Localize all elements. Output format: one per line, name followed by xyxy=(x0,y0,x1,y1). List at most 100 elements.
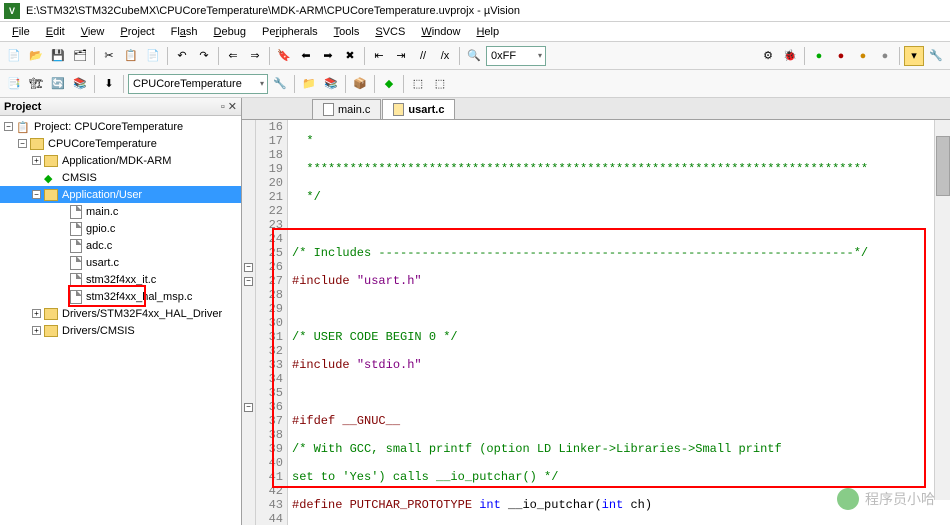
batch-build-icon[interactable]: 📚 xyxy=(70,74,90,94)
tree-group-mdkarm[interactable]: +Application/MDK-ARM xyxy=(0,152,241,169)
save-all-icon[interactable]: 🗂 xyxy=(70,46,90,66)
dot-red-icon[interactable]: ● xyxy=(831,46,851,66)
indent-in-icon[interactable]: ⇥ xyxy=(391,46,411,66)
manage-icon[interactable]: 📁 xyxy=(299,74,319,94)
file-icon xyxy=(70,273,82,287)
file-icon xyxy=(70,290,82,304)
misc2-icon[interactable]: ⬚ xyxy=(430,74,450,94)
menu-peripherals[interactable]: Peripherals xyxy=(256,24,324,40)
file-icon xyxy=(70,256,82,270)
save-icon[interactable]: 💾 xyxy=(48,46,68,66)
menu-tools[interactable]: Tools xyxy=(328,24,366,40)
dot-gray-icon[interactable]: ● xyxy=(875,46,895,66)
tree-file-usart[interactable]: usart.c xyxy=(0,254,241,271)
dot-orange-icon[interactable]: ● xyxy=(853,46,873,66)
find-field[interactable]: 0xFF xyxy=(486,46,546,66)
folder-icon xyxy=(44,308,58,320)
paste-icon[interactable]: 📄 xyxy=(143,46,163,66)
editor-area: main.c usart.c − − − 1617181920212223242… xyxy=(242,98,950,525)
tree-group-hal[interactable]: +Drivers/STM32F4xx_HAL_Driver xyxy=(0,305,241,322)
tree-file-msp[interactable]: stm32f4xx_hal_msp.c xyxy=(0,288,241,305)
tree-group-cmsis[interactable]: ◆CMSIS xyxy=(0,169,241,186)
code-text[interactable]: * **************************************… xyxy=(288,120,950,525)
rebuild-icon[interactable]: 🔄 xyxy=(48,74,68,94)
file-icon xyxy=(70,239,82,253)
uncomment-icon[interactable]: /x xyxy=(435,46,455,66)
file-icon xyxy=(393,103,404,116)
wrench-icon[interactable]: 🔧 xyxy=(926,46,946,66)
bookmark-clear-icon[interactable]: ✖ xyxy=(340,46,360,66)
tree-file-gpio[interactable]: gpio.c xyxy=(0,220,241,237)
redo-icon[interactable]: ↷ xyxy=(194,46,214,66)
tree-file-main[interactable]: main.c xyxy=(0,203,241,220)
pack-icon[interactable]: 📦 xyxy=(350,74,370,94)
line-number-gutter: 1617181920212223242526272829303132333435… xyxy=(256,120,288,525)
toolbar-main: 📄 📂 💾 🗂 ✂ 📋 📄 ↶ ↷ ⇐ ⇒ 🔖 ⬅ ➡ ✖ ⇤ ⇥ // /x … xyxy=(0,42,950,70)
cut-icon[interactable]: ✂ xyxy=(99,46,119,66)
menu-file[interactable]: File xyxy=(6,24,36,40)
window-list-icon[interactable]: ▾ xyxy=(904,46,924,66)
code-editor[interactable]: − − − 1617181920212223242526272829303132… xyxy=(242,120,950,525)
tab-usart-c[interactable]: usart.c xyxy=(382,99,455,119)
nav-fwd-icon[interactable]: ⇒ xyxy=(245,46,265,66)
tree-root[interactable]: −📋Project: CPUCoreTemperature xyxy=(0,118,241,135)
folder-icon xyxy=(30,138,44,150)
menu-flash[interactable]: Flash xyxy=(165,24,204,40)
fold-box-icon[interactable]: − xyxy=(244,263,253,272)
find-icon[interactable]: 🔍 xyxy=(464,46,484,66)
bookmark-icon[interactable]: 🔖 xyxy=(274,46,294,66)
fold-box-icon[interactable]: − xyxy=(244,403,253,412)
fold-gutter[interactable]: − − − xyxy=(242,120,256,525)
nav-back-icon[interactable]: ⇐ xyxy=(223,46,243,66)
new-file-icon[interactable]: 📄 xyxy=(4,46,24,66)
open-file-icon[interactable]: 📂 xyxy=(26,46,46,66)
debug-icon[interactable]: 🐞 xyxy=(780,46,800,66)
editor-tabbar: main.c usart.c xyxy=(242,98,950,120)
tree-group-drivers-cmsis[interactable]: +Drivers/CMSIS xyxy=(0,322,241,339)
app-logo-icon: V xyxy=(4,3,20,19)
dot-green-icon[interactable]: ● xyxy=(809,46,829,66)
menu-bar: File Edit View Project Flash Debug Perip… xyxy=(0,22,950,42)
folder-icon xyxy=(44,189,58,201)
books-icon[interactable]: 📚 xyxy=(321,74,341,94)
download-icon[interactable]: ⬇ xyxy=(99,74,119,94)
menu-edit[interactable]: Edit xyxy=(40,24,71,40)
file-icon xyxy=(70,222,82,236)
toolbar-build: 📑 🏗 🔄 📚 ⬇ CPUCoreTemperature 🔧 📁 📚 📦 ◆ ⬚… xyxy=(0,70,950,98)
tab-main-c[interactable]: main.c xyxy=(312,99,381,119)
folder-icon xyxy=(44,155,58,167)
project-tree[interactable]: −📋Project: CPUCoreTemperature −CPUCoreTe… xyxy=(0,116,241,525)
bookmark-prev-icon[interactable]: ⬅ xyxy=(296,46,316,66)
menu-view[interactable]: View xyxy=(75,24,111,40)
file-icon xyxy=(323,103,334,116)
watermark: 程序员小哈 xyxy=(837,488,935,510)
translate-icon[interactable]: 📑 xyxy=(4,74,24,94)
menu-debug[interactable]: Debug xyxy=(208,24,252,40)
options-icon[interactable]: 🔧 xyxy=(270,74,290,94)
copy-icon[interactable]: 📋 xyxy=(121,46,141,66)
tree-target[interactable]: −CPUCoreTemperature xyxy=(0,135,241,152)
bookmark-next-icon[interactable]: ➡ xyxy=(318,46,338,66)
target-selector[interactable]: CPUCoreTemperature xyxy=(128,74,268,94)
config-icon[interactable]: ⚙ xyxy=(758,46,778,66)
indent-out-icon[interactable]: ⇤ xyxy=(369,46,389,66)
misc1-icon[interactable]: ⬚ xyxy=(408,74,428,94)
menu-window[interactable]: Window xyxy=(415,24,466,40)
project-panel: Project ▫ ✕ −📋Project: CPUCoreTemperatur… xyxy=(0,98,242,525)
title-bar: V E:\STM32\STM32CubeMX\CPUCoreTemperatur… xyxy=(0,0,950,22)
menu-svcs[interactable]: SVCS xyxy=(369,24,411,40)
tree-file-adc[interactable]: adc.c xyxy=(0,237,241,254)
project-panel-header: Project ▫ ✕ xyxy=(0,98,241,116)
build-icon[interactable]: 🏗 xyxy=(26,74,46,94)
tree-group-user[interactable]: −Application/User xyxy=(0,186,241,203)
fold-box-icon[interactable]: − xyxy=(244,277,253,286)
undo-icon[interactable]: ↶ xyxy=(172,46,192,66)
panel-menu-icon[interactable]: ▫ ✕ xyxy=(221,100,237,113)
rte-icon[interactable]: ◆ xyxy=(379,74,399,94)
tree-file-it[interactable]: stm32f4xx_it.c xyxy=(0,271,241,288)
menu-project[interactable]: Project xyxy=(114,24,160,40)
folder-icon xyxy=(44,325,58,337)
comment-icon[interactable]: // xyxy=(413,46,433,66)
vertical-scrollbar[interactable] xyxy=(934,120,950,500)
menu-help[interactable]: Help xyxy=(470,24,505,40)
